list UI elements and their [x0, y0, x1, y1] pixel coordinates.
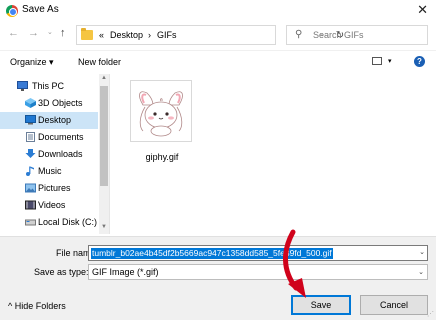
scroll-thumb[interactable] — [100, 86, 108, 186]
sidebar-item-3d-objects[interactable]: 3D Objects — [0, 95, 98, 112]
music-icon — [26, 166, 34, 176]
sidebar-item-label: 3D Objects — [38, 98, 83, 108]
save-type-value: GIF Image (*.gif) — [92, 267, 159, 277]
sidebar-item-videos[interactable]: Videos — [0, 197, 98, 214]
back-arrow-icon[interactable]: ← — [8, 27, 19, 39]
save-type-label: Save as type: — [34, 267, 89, 277]
save-type-select[interactable]: GIF Image (*.gif) ⌄ — [88, 264, 428, 280]
view-dropdown-icon[interactable]: ▾ — [388, 57, 392, 65]
sidebar-item-this-pc[interactable]: This PC — [0, 78, 98, 95]
cancel-button[interactable]: Cancel — [360, 295, 428, 315]
save-button[interactable]: Save — [291, 295, 351, 315]
bunny-image — [139, 91, 183, 137]
sidebar-item-label: Pictures — [38, 183, 71, 193]
sidebar-scrollbar[interactable]: ▲ ▼ — [99, 74, 109, 234]
gif-thumbnail — [130, 80, 192, 142]
scroll-down-icon[interactable]: ▼ — [101, 224, 107, 230]
sidebar-item-label: Desktop — [38, 115, 72, 125]
hide-folders-button[interactable]: ^ Hide Folders — [8, 301, 66, 311]
title-bar: Save As ✕ — [0, 0, 436, 22]
new-folder-button[interactable]: New folder — [78, 57, 121, 67]
sidebar-item-local-disk[interactable]: Local Disk (C:) — [0, 214, 98, 231]
breadcrumb-desktop[interactable]: Desktop — [110, 30, 143, 40]
sidebar-item-label: Documents — [38, 132, 84, 142]
help-icon[interactable]: ? — [414, 56, 425, 67]
recent-locations-icon[interactable]: ⌄ — [47, 28, 53, 36]
address-bar[interactable]: « Desktop › GIFs ⌄ ↻ — [76, 25, 344, 45]
document-icon — [26, 132, 35, 142]
search-box[interactable]: ⚲ Search GIFs — [286, 25, 428, 45]
forward-arrow-icon[interactable]: → — [28, 27, 39, 39]
command-toolbar: Organize ▾ New folder ▾ ? — [0, 50, 436, 72]
disk-icon — [25, 219, 36, 226]
save-form-panel: File name: tumblr_b02ae4b45df2b5669ac947… — [0, 236, 436, 320]
close-icon[interactable]: ✕ — [417, 2, 428, 18]
search-icon: ⚲ — [295, 29, 303, 40]
breadcrumb-gifs[interactable]: GIFs — [157, 30, 177, 40]
search-input[interactable]: Search GIFs — [313, 30, 364, 40]
chrome-icon — [6, 5, 18, 17]
file-list-area[interactable]: giphy.gif — [112, 74, 436, 234]
cube-icon — [25, 98, 36, 108]
save-type-dropdown-icon[interactable]: ⌄ — [418, 268, 424, 276]
sidebar-item-desktop[interactable]: Desktop — [0, 112, 98, 129]
sidebar-item-label: Music — [38, 166, 62, 176]
breadcrumb-separator: › — [148, 30, 151, 40]
navigation-pane: This PC 3D Objects Desktop Documents Dow… — [0, 74, 110, 234]
download-icon — [25, 149, 36, 158]
pc-icon — [17, 81, 28, 91]
scroll-up-icon[interactable]: ▲ — [101, 75, 107, 81]
window-title: Save As — [22, 4, 59, 15]
video-icon — [25, 200, 36, 210]
desktop-icon — [25, 115, 36, 125]
sidebar-item-downloads[interactable]: Downloads — [0, 146, 98, 163]
sidebar-item-label: Downloads — [38, 149, 83, 159]
sidebar-item-pictures[interactable]: Pictures — [0, 180, 98, 197]
resize-grip-icon[interactable]: ⋰ — [427, 310, 434, 318]
sidebar-item-label: This PC — [32, 81, 65, 91]
file-name-input[interactable]: tumblr_b02ae4b45df2b5669ac947c1358dd585_… — [88, 245, 428, 261]
file-item-giphy[interactable]: giphy.gif — [128, 78, 196, 168]
breadcrumb-overflow[interactable]: « — [99, 30, 104, 40]
sidebar-item-documents[interactable]: Documents — [0, 129, 98, 146]
sidebar-item-label: Videos — [38, 200, 66, 210]
pictures-icon — [25, 183, 36, 193]
view-options-icon[interactable] — [372, 57, 382, 65]
organize-button[interactable]: Organize ▾ — [10, 57, 54, 68]
folder-icon — [81, 28, 93, 40]
file-name-dropdown-icon[interactable]: ⌄ — [419, 248, 425, 256]
up-arrow-icon[interactable]: ↑ — [60, 27, 66, 39]
file-name-value[interactable]: tumblr_b02ae4b45df2b5669ac947c1358dd585_… — [91, 248, 333, 259]
sidebar-item-music[interactable]: Music — [0, 163, 98, 180]
navigation-bar: ← → ⌄ ↑ « Desktop › GIFs ⌄ ↻ ⚲ Search GI… — [0, 22, 436, 48]
file-name-label: giphy.gif — [145, 152, 179, 162]
sidebar-item-label: Local Disk (C:) — [38, 217, 98, 227]
